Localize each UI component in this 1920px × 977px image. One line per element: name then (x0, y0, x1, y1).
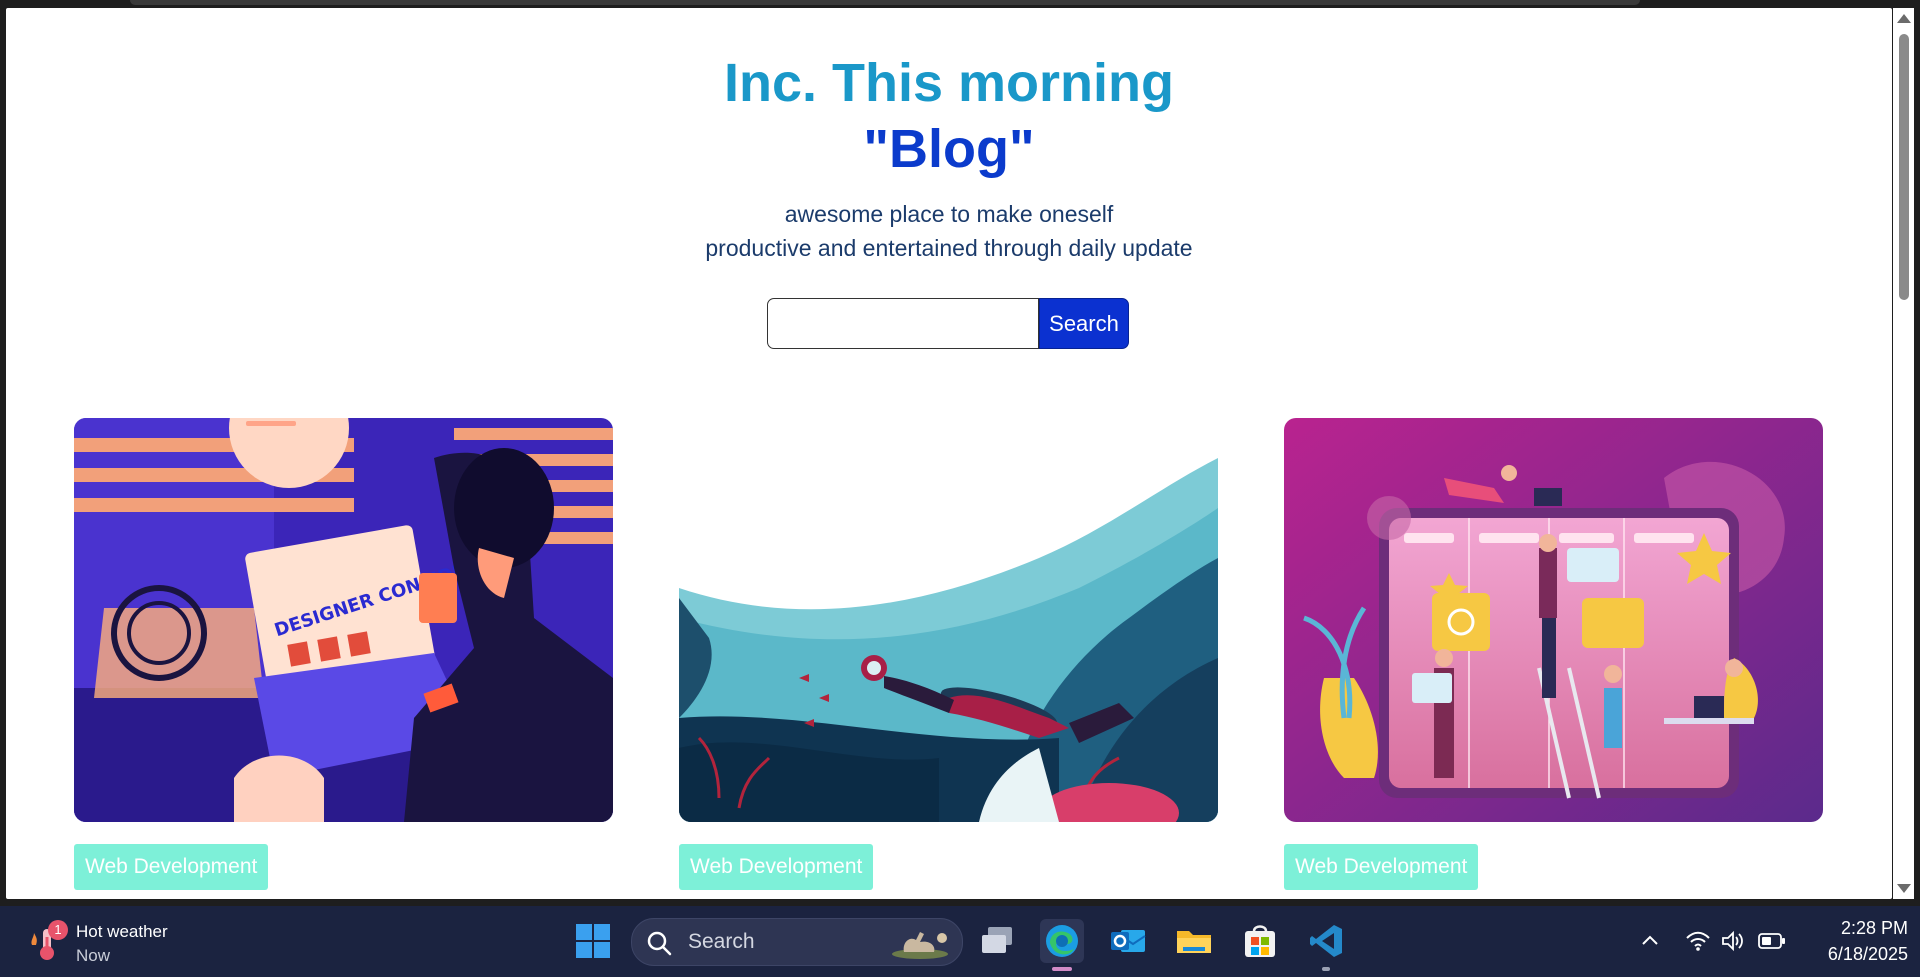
designer-at-laptop-illustration: DESIGNER CONFIDENTIAL (74, 418, 613, 822)
weather-badge: 1 (48, 920, 68, 940)
taskbar-search-label: Search (688, 930, 755, 953)
scroll-up-arrow-icon[interactable] (1897, 14, 1911, 23)
page-scrollbar[interactable] (1893, 8, 1914, 899)
task-view-icon[interactable] (975, 919, 1019, 963)
outlook-icon[interactable] (1106, 919, 1150, 963)
active-app-indicator (1052, 967, 1072, 971)
search-highlight-icon (892, 932, 948, 959)
clock-time[interactable]: 2:28 PM (1808, 918, 1908, 939)
weather-title: Hot weather (76, 922, 168, 941)
search-icon (647, 931, 672, 956)
tagline-line1: awesome place to make oneself (784, 201, 1114, 227)
taskbar-search[interactable]: Search (631, 918, 963, 966)
volume-icon[interactable] (1720, 930, 1746, 952)
tagline-line2: productive and entertained through daily… (705, 235, 1193, 261)
scroll-down-arrow-icon[interactable] (1897, 884, 1911, 893)
page-title-line2: "Blog" (863, 119, 1035, 179)
team-kanban-board-illustration (1284, 418, 1823, 822)
weather-subtitle: Now (76, 946, 111, 965)
post-card-image[interactable] (1284, 418, 1823, 822)
open-app-indicator (1322, 967, 1330, 971)
page-title-line1: Inc. This morning (723, 53, 1174, 113)
category-tag[interactable]: Web Development (74, 844, 269, 890)
taskbar: 1 Hot weather Now Search 2:28 PM 6/18/20… (0, 906, 1920, 977)
category-tag[interactable]: Web Development (1284, 844, 1479, 890)
clock-date[interactable]: 6/18/2025 (1800, 944, 1908, 965)
vscode-icon[interactable] (1304, 919, 1348, 963)
page-viewport: Inc. This morning "Blog" awesome place t… (6, 8, 1892, 899)
edge-icon[interactable] (1040, 919, 1084, 963)
post-card-image[interactable]: DESIGNER CONFIDENTIAL (74, 418, 613, 822)
search-form: Search (767, 298, 1130, 351)
chevron-up-icon[interactable] (1640, 933, 1660, 947)
search-input[interactable] (767, 298, 1039, 349)
browser-window: Inc. This morning "Blog" awesome place t… (0, 0, 1920, 906)
battery-icon[interactable] (1758, 932, 1786, 950)
search-button[interactable]: Search (1039, 298, 1129, 349)
file-explorer-icon[interactable] (1172, 919, 1216, 963)
category-tag[interactable]: Web Development (679, 844, 874, 890)
start-icon[interactable] (571, 919, 615, 963)
microsoft-store-icon[interactable] (1238, 919, 1282, 963)
scroll-thumb[interactable] (1899, 34, 1909, 300)
browser-top-strip (130, 0, 1640, 5)
scuba-diver-underwater-illustration (679, 418, 1218, 822)
wifi-icon[interactable] (1685, 930, 1711, 952)
post-card-image[interactable] (679, 418, 1218, 822)
